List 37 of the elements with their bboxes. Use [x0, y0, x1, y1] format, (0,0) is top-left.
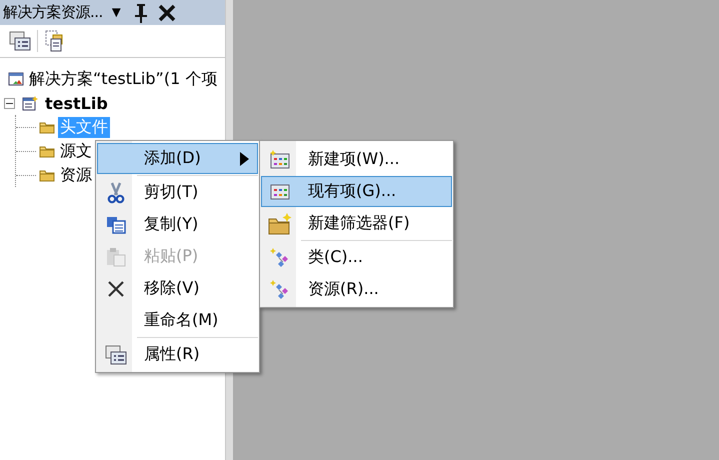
tree-item[interactable]: 源文 [58, 140, 94, 162]
dropdown-button[interactable]: ▼ [108, 4, 124, 22]
copy-icon [106, 216, 126, 234]
submenu-arrow-icon [240, 152, 249, 166]
paste-icon [106, 246, 126, 266]
new-item-icon [269, 150, 291, 170]
close-icon[interactable] [158, 4, 176, 22]
solution-icon [8, 71, 24, 87]
menu-item[interactable]: 重命名(M) [97, 305, 258, 336]
menu-item[interactable]: 新建筛选器(F) [261, 208, 452, 239]
menu-item[interactable]: 剪切(T) [97, 177, 258, 208]
menu-item[interactable]: 复制(Y) [97, 209, 258, 240]
menu-item[interactable]: 资源(R)... [261, 274, 452, 305]
menu-item[interactable]: 新建项(W)... [261, 144, 452, 175]
class-icon [269, 246, 291, 268]
collapse-toggle[interactable] [4, 98, 15, 108]
class-icon [269, 278, 291, 300]
delete-icon [107, 280, 125, 298]
scissors-icon [107, 182, 125, 204]
folder-icon [39, 168, 55, 182]
menu-item[interactable]: 添加(D) [97, 143, 258, 174]
new-folder-icon [268, 212, 292, 234]
item-icon [269, 182, 291, 200]
project-icon [22, 95, 40, 111]
menu-item[interactable]: 现有项(G)... [261, 176, 452, 207]
menu-item[interactable]: 移除(V) [97, 273, 258, 304]
folder-icon [39, 144, 55, 158]
pin-icon[interactable] [134, 2, 148, 22]
folder-icon [39, 120, 55, 134]
tree-item[interactable]: 资源 [58, 164, 94, 186]
panel-title: 解决方案资源... [3, 3, 103, 22]
properties-icon [105, 344, 127, 364]
tree-item[interactable]: testLib [43, 94, 110, 112]
menu-item[interactable]: 属性(R) [97, 339, 258, 370]
properties-icon[interactable] [9, 31, 31, 51]
menu-item[interactable]: 类(C)... [261, 242, 452, 273]
tree-item[interactable]: 解决方案“testLib”(1 个项 [27, 68, 220, 90]
